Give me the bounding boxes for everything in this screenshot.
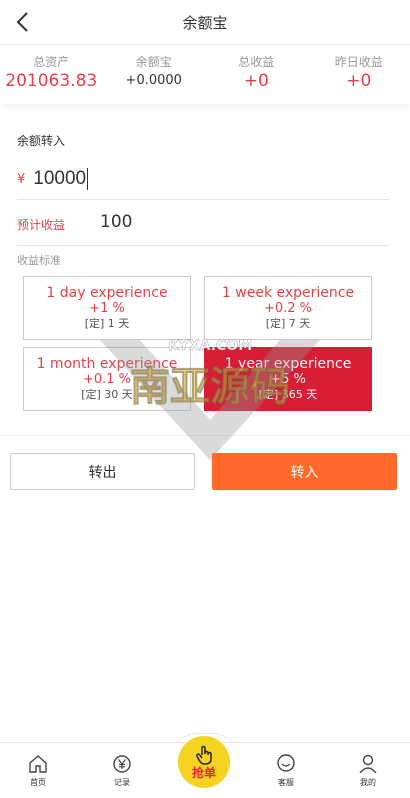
transfer-in-button[interactable]: 转入 bbox=[212, 453, 397, 490]
stat-value: 201063.83 bbox=[5, 71, 98, 91]
tab-label: 首页 bbox=[30, 778, 46, 787]
stat-label: 余额宝 bbox=[135, 55, 172, 69]
stat-yesterday-earnings: 昨日收益 +0 bbox=[308, 45, 410, 104]
chevron-left-icon bbox=[16, 12, 28, 32]
yen-circle-icon bbox=[113, 755, 131, 773]
stat-label: 总资产 bbox=[33, 55, 70, 69]
stat-balance: 余额宝 +0.0000 bbox=[103, 45, 206, 104]
amount-row: ¥ 10000 bbox=[17, 164, 89, 194]
tab-label: 我的 bbox=[360, 778, 376, 787]
plan-name: 1 day experience bbox=[46, 285, 168, 301]
stat-value: +0 bbox=[346, 71, 372, 91]
plan-rate: +0.2 % bbox=[263, 301, 313, 316]
plan-name: 1 month experience bbox=[36, 356, 178, 372]
plan-option-year[interactable]: 1 year experience +5 % [定] 365 天 bbox=[204, 347, 372, 411]
tab-mine[interactable]: 我的 bbox=[343, 753, 393, 788]
plan-term: [定] 7 天 bbox=[265, 317, 311, 330]
plan-rate: +0.1 % bbox=[82, 372, 132, 387]
tab-service[interactable]: 客服 bbox=[261, 753, 311, 788]
tab-records[interactable]: 记录 bbox=[97, 753, 147, 788]
tab-label: 客服 bbox=[278, 778, 294, 787]
divider bbox=[17, 245, 390, 246]
plan-rate: +5 % bbox=[270, 372, 306, 387]
chat-smile-icon bbox=[277, 754, 295, 772]
grab-order-label: 抢单 bbox=[191, 765, 216, 780]
stat-total-earnings: 总收益 +0 bbox=[205, 45, 308, 104]
plan-name: 1 year experience bbox=[224, 356, 352, 372]
plan-name: 1 week experience bbox=[221, 285, 355, 301]
stat-total-assets: 总资产 201063.83 bbox=[0, 45, 103, 104]
plan-option-day[interactable]: 1 day experience +1 % [定] 1 天 bbox=[23, 276, 191, 340]
stat-label: 昨日收益 bbox=[334, 55, 383, 69]
estimated-earnings-label: 预计收益 bbox=[17, 218, 66, 232]
stat-label: 总收益 bbox=[238, 55, 275, 69]
hand-tap-icon bbox=[196, 745, 212, 765]
plan-term: [定] 365 天 bbox=[258, 388, 318, 401]
stat-value: +0 bbox=[243, 71, 269, 91]
tab-home[interactable]: 首页 bbox=[13, 753, 63, 788]
amount-input[interactable]: 10000 bbox=[33, 168, 86, 190]
estimated-earnings-value: 100 bbox=[100, 212, 133, 232]
home-icon bbox=[29, 755, 47, 773]
plan-term: [定] 1 天 bbox=[84, 317, 130, 330]
earnings-standard-label: 收益标准 bbox=[17, 254, 61, 267]
grab-order-button[interactable]: 抢单 bbox=[178, 736, 230, 788]
tab-label: 记录 bbox=[114, 778, 130, 787]
stats-bar: 总资产 201063.83 余额宝 +0.0000 总收益 +0 昨日收益 +0 bbox=[0, 44, 410, 104]
user-icon bbox=[359, 754, 377, 774]
plan-option-week[interactable]: 1 week experience +0.2 % [定] 7 天 bbox=[204, 276, 372, 340]
divider bbox=[17, 199, 390, 200]
page-title: 余额宝 bbox=[182, 13, 228, 32]
transfer-out-button[interactable]: 转出 bbox=[10, 453, 195, 490]
plan-term: [定] 30 天 bbox=[81, 388, 133, 401]
transfer-in-label: 余额转入 bbox=[17, 134, 66, 148]
back-button[interactable] bbox=[10, 8, 36, 36]
transfer-card: 余额转入 ¥ 10000 预计收益 100 收益标准 1 day experie… bbox=[0, 118, 410, 436]
top-bar: 余额宝 bbox=[0, 0, 410, 44]
plan-rate: +1 % bbox=[89, 301, 125, 316]
currency-symbol: ¥ bbox=[17, 171, 26, 187]
stat-value: +0.0000 bbox=[125, 73, 182, 88]
plan-option-month[interactable]: 1 month experience +0.1 % [定] 30 天 bbox=[23, 347, 191, 411]
text-caret bbox=[87, 168, 89, 190]
